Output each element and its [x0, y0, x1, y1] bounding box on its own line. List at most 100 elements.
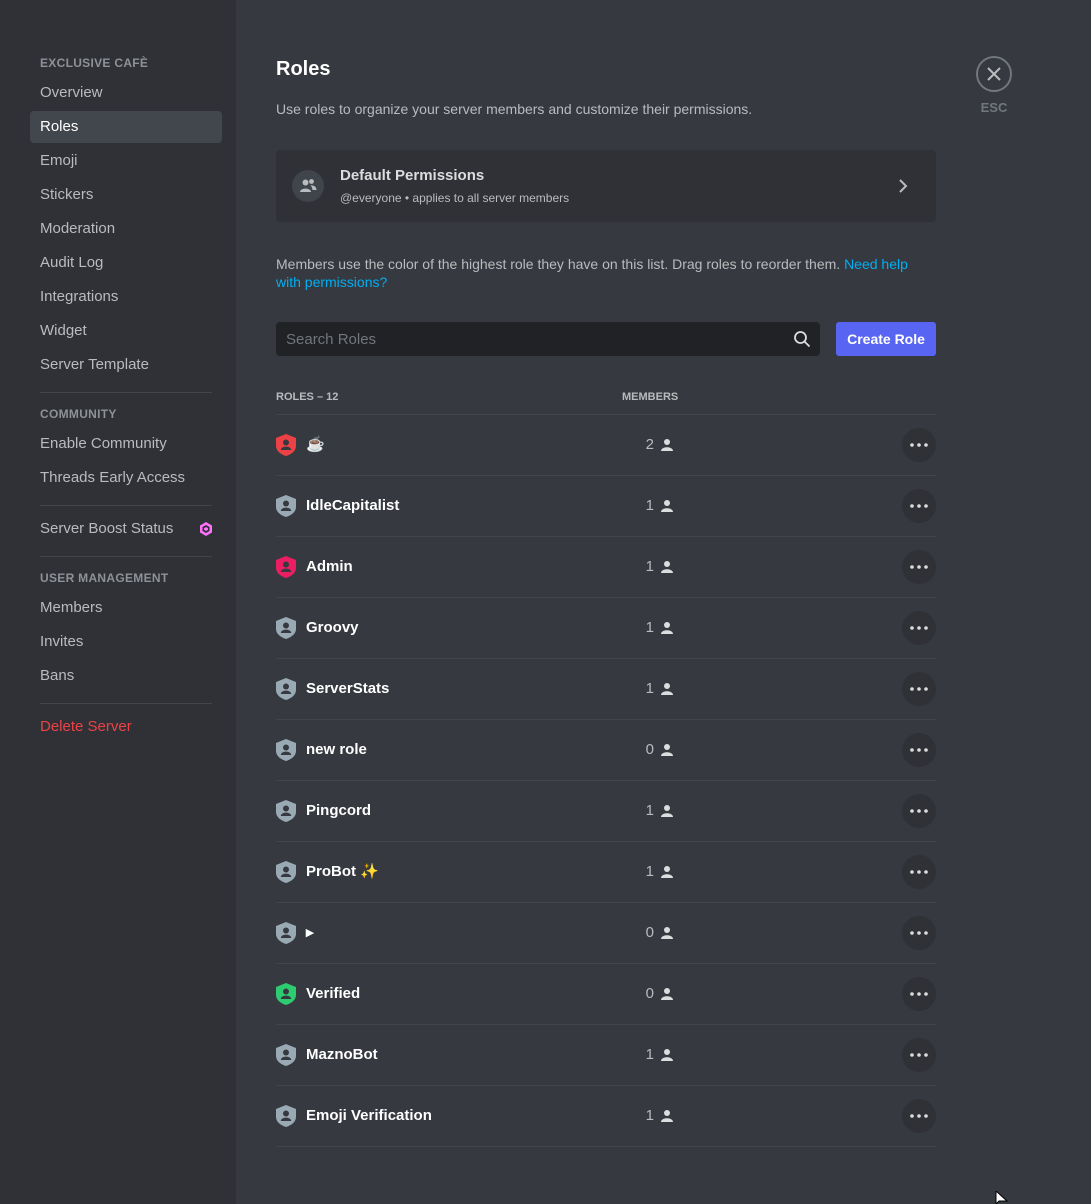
sidebar-item-invites[interactable]: Invites — [30, 626, 222, 658]
sidebar-item-moderation[interactable]: Moderation — [30, 213, 222, 245]
sidebar-item-bans[interactable]: Bans — [30, 660, 222, 692]
role-more-options-button[interactable] — [902, 611, 936, 645]
sidebar-item-enable-community[interactable]: Enable Community — [30, 428, 222, 460]
role-more-options-button[interactable] — [902, 916, 936, 950]
role-more-options-button[interactable] — [902, 733, 936, 767]
role-name: Emoji Verification — [306, 1107, 432, 1124]
sidebar-item-label: Server Boost Status — [40, 520, 174, 537]
role-name: ProBot ✨ — [306, 863, 379, 880]
sidebar-item-server-template[interactable]: Server Template — [30, 349, 222, 381]
sidebar-divider — [40, 556, 212, 557]
role-member-count: 1 — [596, 679, 676, 699]
sidebar-item-server-boost-status[interactable]: Server Boost Status — [30, 513, 222, 545]
role-more-options-button[interactable] — [902, 672, 936, 706]
role-row[interactable]: IdleCapitalist 1 — [276, 476, 936, 537]
role-more-options-button[interactable] — [902, 428, 936, 462]
role-more-options-button[interactable] — [902, 1038, 936, 1072]
mouse-cursor-icon — [995, 1191, 1009, 1204]
default-permissions-subtitle: @everyone • applies to all server member… — [340, 191, 570, 205]
more-options-icon — [910, 687, 928, 691]
sidebar-item-threads-early-access[interactable]: Threads Early Access — [30, 462, 222, 494]
member-count-value: 1 — [645, 863, 654, 880]
more-options-icon — [910, 626, 928, 630]
sidebar-item-emoji[interactable]: Emoji — [30, 145, 222, 177]
role-member-count: 0 — [596, 740, 676, 760]
role-more-options-button[interactable] — [902, 794, 936, 828]
person-icon — [661, 622, 673, 634]
role-shield-icon — [276, 922, 296, 944]
member-count-value: 0 — [645, 741, 654, 758]
sidebar-item-members[interactable]: Members — [30, 592, 222, 624]
role-row[interactable]: ServerStats 1 — [276, 659, 936, 720]
person-icon — [661, 927, 673, 939]
more-options-icon — [910, 504, 928, 508]
role-row[interactable]: Pingcord 1 — [276, 781, 936, 842]
chevron-right-icon — [899, 179, 908, 193]
member-count-value: 1 — [645, 802, 654, 819]
search-icon — [794, 331, 811, 348]
boost-gem-icon — [200, 522, 212, 536]
members-icon — [292, 170, 324, 202]
role-row[interactable]: ▸ 0 — [276, 903, 936, 964]
member-count-value: 1 — [645, 497, 654, 514]
role-more-options-button[interactable] — [902, 550, 936, 584]
more-options-icon — [910, 870, 928, 874]
role-more-options-button[interactable] — [902, 489, 936, 523]
role-row[interactable]: ProBot ✨ 1 — [276, 842, 936, 903]
role-row[interactable]: Groovy 1 — [276, 598, 936, 659]
role-shield-icon — [276, 678, 296, 700]
member-count-value: 1 — [645, 680, 654, 697]
member-count-value: 1 — [645, 558, 654, 575]
role-more-options-button[interactable] — [902, 977, 936, 1011]
search-roles-input[interactable] — [276, 322, 776, 356]
role-shield-icon — [276, 495, 296, 517]
role-member-count: 1 — [596, 1045, 676, 1065]
role-member-count: 1 — [596, 557, 676, 577]
role-member-count: 0 — [596, 984, 676, 1004]
sidebar-item-roles[interactable]: Roles — [30, 111, 222, 143]
role-name: Admin — [306, 558, 353, 575]
sidebar-item-widget[interactable]: Widget — [30, 315, 222, 347]
person-icon — [661, 439, 673, 451]
role-name: ServerStats — [306, 680, 390, 697]
role-row[interactable]: ☕ 2 — [276, 415, 936, 476]
sidebar-item-stickers[interactable]: Stickers — [30, 179, 222, 211]
role-member-count: 1 — [596, 801, 676, 821]
more-options-icon — [910, 931, 928, 935]
create-role-button[interactable]: Create Role — [836, 322, 936, 356]
person-icon — [661, 561, 673, 573]
role-member-count: 1 — [596, 1106, 676, 1126]
person-icon — [661, 805, 673, 817]
page-title: Roles — [276, 58, 331, 80]
close-button[interactable] — [976, 56, 1012, 92]
role-row[interactable]: MaznoBot 1 — [276, 1025, 936, 1086]
role-row[interactable]: Verified 0 — [276, 964, 936, 1025]
role-more-options-button[interactable] — [902, 1099, 936, 1133]
person-icon — [661, 866, 673, 878]
role-row[interactable]: new role 0 — [276, 720, 936, 781]
role-name: new role — [306, 741, 367, 758]
role-more-options-button[interactable] — [902, 855, 936, 889]
person-icon — [661, 500, 673, 512]
roles-column-header: ROLES – 12 — [276, 391, 339, 403]
role-shield-icon — [276, 1105, 296, 1127]
server-section-header: EXCLUSIVE CAFÈ — [40, 56, 149, 70]
role-member-count: 0 — [596, 923, 676, 943]
more-options-icon — [910, 809, 928, 813]
person-icon — [661, 744, 673, 756]
delete-server-button[interactable]: Delete Server — [30, 711, 222, 743]
sidebar-item-integrations[interactable]: Integrations — [30, 281, 222, 313]
default-permissions-card[interactable]: Default Permissions @everyone • applies … — [276, 150, 936, 222]
person-icon — [661, 988, 673, 1000]
role-member-count: 1 — [596, 862, 676, 882]
sidebar-item-audit-log[interactable]: Audit Log — [30, 247, 222, 279]
more-options-icon — [910, 565, 928, 569]
member-count-value: 0 — [645, 985, 654, 1002]
role-shield-icon — [276, 1044, 296, 1066]
role-row[interactable]: Admin 1 — [276, 537, 936, 598]
role-row[interactable]: Emoji Verification 1 — [276, 1086, 936, 1147]
sidebar-divider — [40, 703, 212, 704]
default-permissions-title: Default Permissions — [340, 167, 485, 184]
sidebar-item-overview[interactable]: Overview — [30, 77, 222, 109]
role-member-count: 1 — [596, 496, 676, 516]
